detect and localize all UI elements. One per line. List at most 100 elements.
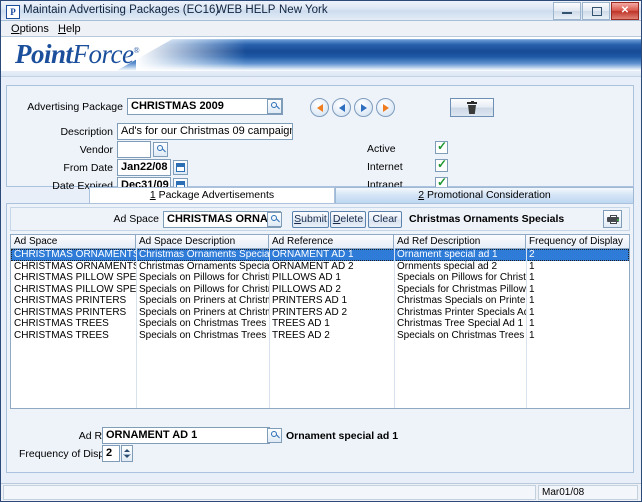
last-record-button[interactable] (376, 98, 395, 117)
maximize-button[interactable] (582, 2, 610, 20)
delete-package-button[interactable] (450, 98, 494, 117)
table-cell-ad-reference: PRINTERS AD 2 (272, 306, 348, 318)
table-cell-ad-ref-description: Christmas Specials on Printers (397, 295, 526, 306)
location-label: New York (279, 4, 328, 16)
vendor-input[interactable] (117, 141, 151, 158)
clear-button[interactable]: Clear (368, 211, 402, 228)
ad-space-label: Ad Space (113, 213, 159, 225)
vendor-lookup-icon[interactable] (153, 142, 168, 157)
minimize-icon (562, 12, 572, 14)
table-cell-ad-reference: PILLOWS AD 2 (272, 283, 341, 295)
close-button[interactable]: ✕ (611, 2, 639, 20)
web-help-link[interactable]: WEB HELP (216, 4, 275, 16)
menu-help[interactable]: Help (58, 23, 81, 35)
package-advertisements-panel: Ad Space CHRISTMAS ORNAMENTS Submit Dele… (6, 203, 634, 473)
table-cell-ad-space: CHRISTMAS PRINTERS (14, 295, 127, 306)
last-record-icon (382, 103, 389, 112)
check-icon: ✓ (437, 157, 448, 171)
submit-button[interactable]: Submit (292, 211, 329, 228)
print-button[interactable] (603, 210, 622, 228)
grid-column-divider (136, 248, 137, 408)
magnifier-icon (271, 431, 277, 437)
next-record-button[interactable] (354, 98, 373, 117)
from-date-input[interactable]: Jan22/08 (117, 159, 171, 176)
delete-button[interactable]: Delete (330, 211, 366, 228)
printer-icon (607, 215, 619, 224)
grid-column-header[interactable]: Frequency of Display (526, 235, 629, 248)
table-row[interactable]: CHRISTMAS TREES Specials on Christmas Tre… (11, 318, 629, 330)
table-row[interactable]: CHRISTMAS PRINTERS Specials on Priners at… (11, 295, 629, 307)
status-date: Mar01/08 (538, 485, 638, 500)
ad-reference-lookup-icon[interactable] (267, 428, 282, 443)
menu-bar: Options Help (1, 21, 641, 37)
delete-label: elete (340, 213, 364, 225)
table-cell-frequency-of-display: 1 (529, 272, 535, 283)
menu-options-mnemonic: O (11, 23, 20, 35)
advertising-package-lookup-icon[interactable] (267, 99, 282, 114)
table-cell-ad-space: CHRISTMAS PRINTERS (14, 306, 127, 318)
description-input[interactable]: Ad's for our Christmas 09 campaign (117, 123, 293, 140)
tab-strip: 1 Package Advertisements 2 Promotional C… (89, 187, 634, 203)
grid-column-header[interactable]: Ad Space Description (136, 235, 269, 248)
menu-help-label: elp (65, 23, 81, 35)
tab-promotional-consideration[interactable]: 2 Promotional Consideration (335, 187, 634, 203)
active-checkbox[interactable]: ✓ (435, 140, 448, 154)
table-row[interactable]: CHRISTMAS PILLOW SPEC...Specials on Pill… (11, 284, 629, 296)
logo-point: Point (15, 39, 73, 69)
minimize-button[interactable] (553, 2, 581, 20)
ad-space-toolbar: Ad Space CHRISTMAS ORNAMENTS Submit Dele… (10, 207, 630, 231)
table-cell-ad-space-description: Christmas Ornaments Specials (139, 260, 269, 272)
table-row[interactable]: CHRISTMAS PRINTERS Specials on Priners at… (11, 307, 629, 319)
close-icon: ✕ (620, 5, 630, 16)
table-cell-frequency-of-display: 1 (529, 318, 535, 329)
table-row[interactable]: CHRISTMAS ORNAMENTS Christmas Ornaments S… (11, 249, 629, 261)
ad-reference-input[interactable]: ORNAMENT AD 1 (102, 427, 270, 444)
table-cell-frequency-of-display: 1 (529, 295, 535, 306)
frequency-of-display-input[interactable]: 2 (102, 445, 120, 462)
advertisement-detail-form: Ad Reference ORNAMENT AD 1 Ornament spec… (10, 412, 630, 470)
grid-column-header[interactable]: Ad Reference (269, 235, 394, 248)
advertising-package-input[interactable]: CHRISTMAS 2009 (127, 98, 283, 115)
ad-space-input[interactable]: CHRISTMAS ORNAMENTS (163, 211, 281, 228)
magnifier-icon (157, 145, 163, 151)
grid-column-header[interactable]: Ad Space (11, 235, 136, 248)
menu-options[interactable]: Options (11, 23, 49, 35)
clear-label: Clear (372, 213, 398, 225)
table-row[interactable]: CHRISTMAS PILLOW SPEC...Specials on Pill… (11, 272, 629, 284)
table-cell-ad-reference: TREES AD 1 (272, 318, 330, 329)
table-cell-ad-space: CHRISTMAS PILLOW SPEC... (14, 283, 136, 295)
table-cell-ad-space: CHRISTMAS ORNAMENTS (14, 260, 136, 272)
table-cell-ad-space-description: Specials on Pillows for Christmas (139, 272, 269, 283)
internet-checkbox[interactable]: ✓ (435, 157, 448, 172)
table-row[interactable]: CHRISTMAS TREES Specials on Christmas Tre… (11, 330, 629, 342)
ad-space-lookup-icon[interactable] (267, 212, 282, 227)
table-row[interactable]: CHRISTMAS ORNAMENTS Christmas Ornaments S… (11, 261, 629, 273)
advertisements-grid[interactable]: Ad Space Ad Space Description Ad Reference… (10, 234, 630, 409)
stepper-up-icon[interactable] (124, 449, 130, 452)
from-date-calendar-icon[interactable] (173, 160, 188, 175)
frequency-stepper[interactable] (121, 445, 133, 462)
table-cell-frequency-of-display: 1 (529, 329, 535, 341)
magnifier-icon (271, 102, 277, 108)
status-bar: Mar01/08 (1, 483, 641, 501)
previous-record-button[interactable] (332, 98, 351, 117)
internet-label: Internet (367, 161, 403, 173)
table-cell-ad-space: CHRISTMAS PILLOW SPEC... (14, 272, 136, 283)
table-cell-ad-ref-description: Ornments special ad 2 (397, 260, 498, 272)
table-cell-ad-reference: ORNAMENT AD 1 (272, 249, 354, 260)
tab-package-advertisements[interactable]: 1 Package Advertisements (89, 187, 335, 203)
trash-icon (467, 100, 477, 114)
application-window: P Maintain Advertising Packages (EC16) W… (0, 0, 642, 502)
first-record-icon (316, 103, 323, 112)
frequency-of-display-label: Frequency of Display (19, 448, 118, 460)
grid-column-header[interactable]: Ad Ref Description (394, 235, 526, 248)
table-cell-ad-space-description: Specials on Pillows for Christmas (139, 283, 269, 295)
table-cell-ad-space-description: Specials on Christmas Trees (139, 329, 267, 341)
table-cell-frequency-of-display: 2 (529, 249, 535, 260)
table-cell-ad-ref-description: Specials for Christmas Pillows (397, 283, 526, 295)
menu-options-label: ptions (19, 23, 49, 35)
stepper-down-icon[interactable] (124, 455, 130, 458)
first-record-button[interactable] (310, 98, 329, 117)
title-bar: P Maintain Advertising Packages (EC16) W… (1, 1, 641, 21)
table-cell-ad-reference: ORNAMENT AD 2 (272, 260, 354, 272)
